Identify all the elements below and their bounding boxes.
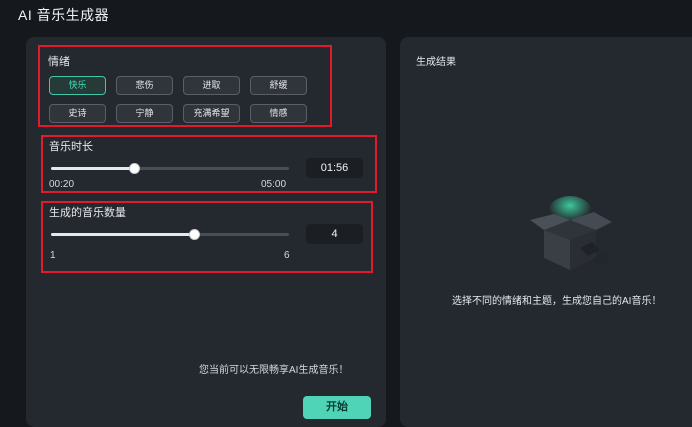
- mood-tag-sad[interactable]: 悲伤: [116, 76, 173, 95]
- duration-min-label: 00:20: [49, 179, 75, 190]
- count-max-label: 6: [284, 250, 290, 261]
- duration-max-label: 05:00: [261, 179, 287, 190]
- mood-tag-hopeful[interactable]: 充满希望: [183, 104, 240, 123]
- result-title: 生成结果: [416, 57, 456, 68]
- duration-slider-handle[interactable]: [129, 163, 140, 174]
- mood-tag-epic[interactable]: 史诗: [49, 104, 106, 123]
- duration-slider-fill: [51, 167, 134, 170]
- count-label: 生成的音乐数量: [49, 207, 126, 219]
- count-value[interactable]: 4: [306, 224, 363, 244]
- duration-label: 音乐时长: [49, 141, 93, 153]
- start-button[interactable]: 开始: [303, 396, 371, 419]
- unlimited-note: 您当前可以无限畅享AI生成音乐！: [199, 365, 349, 376]
- count-slider[interactable]: [51, 229, 289, 240]
- mood-label: 情绪: [48, 56, 70, 68]
- duration-value[interactable]: 01:56: [306, 158, 363, 178]
- mood-tag-happy[interactable]: 快乐: [49, 76, 106, 95]
- result-hint: 选择不同的情绪和主题，生成您自己的AI音乐！: [452, 296, 662, 307]
- app-title: AI 音乐生成器: [18, 7, 110, 23]
- count-slider-fill: [51, 233, 194, 236]
- open-box-icon: [530, 196, 612, 270]
- count-slider-handle[interactable]: [189, 229, 200, 240]
- mood-tag-driven[interactable]: 进取: [183, 76, 240, 95]
- duration-slider[interactable]: [51, 163, 289, 174]
- count-min-label: 1: [50, 250, 56, 261]
- mood-tag-soothing[interactable]: 舒缓: [250, 76, 307, 95]
- mood-tag-emotional[interactable]: 情感: [250, 104, 307, 123]
- mood-tag-calm[interactable]: 宁静: [116, 104, 173, 123]
